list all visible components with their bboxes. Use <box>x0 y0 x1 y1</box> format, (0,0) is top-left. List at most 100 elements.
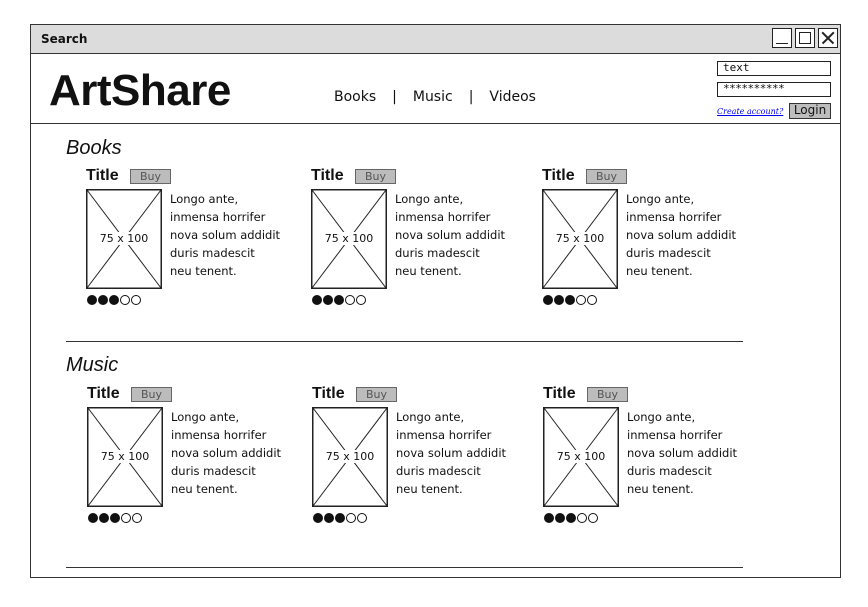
section-divider <box>66 341 743 342</box>
product-image-placeholder[interactable]: 75 x 100 <box>87 407 163 507</box>
product-card: Title Buy 75 x 100 Longo ante, inmensa horri… <box>312 385 512 525</box>
description-line: nova solum addidit <box>626 228 737 242</box>
rating-dot-filled-icon[interactable] <box>110 513 120 523</box>
product-card: Title Buy 75 x 100 Longo ante, inmensa horri… <box>86 167 286 307</box>
maximize-icon[interactable] <box>795 28 815 48</box>
rating-dot-filled-icon[interactable] <box>313 513 323 523</box>
rating-dot-empty-icon[interactable] <box>345 295 355 305</box>
rating-dot-filled-icon[interactable] <box>554 295 564 305</box>
rating-dot-empty-icon[interactable] <box>132 513 142 523</box>
image-size-label: 75 x 100 <box>311 232 387 245</box>
product-card: Title Buy 75 x 100 Longo ante, inmensa horri… <box>87 385 287 525</box>
username-input[interactable]: text <box>717 61 831 76</box>
description-line: nova solum addidit <box>627 446 738 460</box>
nav-music[interactable]: Music <box>413 89 453 105</box>
rating-dot-empty-icon[interactable] <box>588 513 598 523</box>
rating-dot-filled-icon[interactable] <box>98 295 108 305</box>
description-line: nova solum addidit <box>396 446 507 460</box>
product-description: Longo ante, inmensa horrifer nova solum ad… <box>627 408 747 498</box>
rating-dot-empty-icon[interactable] <box>120 295 130 305</box>
star-rating[interactable] <box>313 513 367 523</box>
description-line: Longo ante, <box>626 192 695 206</box>
image-size-text: 75 x 100 <box>99 450 151 463</box>
product-image-placeholder[interactable]: 75 x 100 <box>311 189 387 289</box>
product-title[interactable]: Title <box>543 385 576 403</box>
minimize-icon[interactable] <box>772 28 792 48</box>
nav-books[interactable]: Books <box>334 89 376 105</box>
rating-dot-filled-icon[interactable] <box>565 295 575 305</box>
image-size-text: 75 x 100 <box>98 232 150 245</box>
buy-button[interactable]: Buy <box>356 387 397 402</box>
product-image-placeholder[interactable]: 75 x 100 <box>542 189 618 289</box>
description-line: duris madescit <box>626 246 711 260</box>
title-bar: Search <box>31 25 840 54</box>
rating-dot-filled-icon[interactable] <box>109 295 119 305</box>
star-rating[interactable] <box>544 513 598 523</box>
password-input[interactable]: ********** <box>717 82 831 97</box>
star-rating[interactable] <box>312 295 366 305</box>
description-line: neu tenent. <box>626 264 693 278</box>
rating-dot-filled-icon[interactable] <box>87 295 97 305</box>
login-form: text ********** Create account? Login <box>717 61 831 119</box>
product-title[interactable]: Title <box>87 385 120 403</box>
rating-dot-empty-icon[interactable] <box>356 295 366 305</box>
section-divider <box>66 567 743 568</box>
description-line: duris madescit <box>170 246 255 260</box>
buy-button[interactable]: Buy <box>130 169 171 184</box>
rating-dot-filled-icon[interactable] <box>99 513 109 523</box>
rating-dot-empty-icon[interactable] <box>131 295 141 305</box>
product-description: Longo ante, inmensa horrifer nova solum ad… <box>626 190 746 280</box>
main-nav: Books | Music | Videos <box>334 89 536 105</box>
close-icon[interactable] <box>818 28 838 48</box>
section-title-music: Music <box>66 354 119 376</box>
description-line: Longo ante, <box>171 410 240 424</box>
star-rating[interactable] <box>88 513 142 523</box>
rating-dot-empty-icon[interactable] <box>346 513 356 523</box>
description-line: inmensa horrifer <box>170 210 266 224</box>
section-title-books: Books <box>66 137 122 159</box>
buy-button[interactable]: Buy <box>587 387 628 402</box>
rating-dot-filled-icon[interactable] <box>334 295 344 305</box>
rating-dot-empty-icon[interactable] <box>577 513 587 523</box>
product-title[interactable]: Title <box>311 167 344 185</box>
description-line: duris madescit <box>627 464 712 478</box>
description-line: Longo ante, <box>396 410 465 424</box>
rating-dot-filled-icon[interactable] <box>323 295 333 305</box>
product-title[interactable]: Title <box>542 167 575 185</box>
rating-dot-empty-icon[interactable] <box>357 513 367 523</box>
window-controls <box>772 28 838 48</box>
product-title[interactable]: Title <box>312 385 345 403</box>
rating-dot-filled-icon[interactable] <box>312 295 322 305</box>
product-image-placeholder[interactable]: 75 x 100 <box>312 407 388 507</box>
description-line: inmensa horrifer <box>627 428 723 442</box>
description-line: inmensa horrifer <box>395 210 491 224</box>
login-button[interactable]: Login <box>789 103 831 119</box>
image-size-text: 75 x 100 <box>555 450 607 463</box>
buy-button[interactable]: Buy <box>586 169 627 184</box>
rating-dot-filled-icon[interactable] <box>88 513 98 523</box>
rating-dot-empty-icon[interactable] <box>587 295 597 305</box>
product-title[interactable]: Title <box>86 167 119 185</box>
rating-dot-filled-icon[interactable] <box>543 295 553 305</box>
rating-dot-filled-icon[interactable] <box>555 513 565 523</box>
site-logo[interactable]: ArtShare <box>49 69 231 113</box>
buy-button[interactable]: Buy <box>355 169 396 184</box>
star-rating[interactable] <box>543 295 597 305</box>
rating-dot-filled-icon[interactable] <box>544 513 554 523</box>
star-rating[interactable] <box>87 295 141 305</box>
login-actions: Create account? Login <box>717 103 831 119</box>
create-account-link[interactable]: Create account? <box>717 107 783 116</box>
rating-dot-filled-icon[interactable] <box>335 513 345 523</box>
rating-dot-empty-icon[interactable] <box>576 295 586 305</box>
rating-dot-empty-icon[interactable] <box>121 513 131 523</box>
buy-button[interactable]: Buy <box>131 387 172 402</box>
product-image-placeholder[interactable]: 75 x 100 <box>86 189 162 289</box>
rating-dot-filled-icon[interactable] <box>566 513 576 523</box>
product-card: Title Buy 75 x 100 Longo ante, inmensa horri… <box>543 385 743 525</box>
nav-videos[interactable]: Videos <box>489 89 536 105</box>
rating-dot-filled-icon[interactable] <box>324 513 334 523</box>
product-image-placeholder[interactable]: 75 x 100 <box>543 407 619 507</box>
product-description: Longo ante, inmensa horrifer nova solum ad… <box>171 408 291 498</box>
header-divider <box>31 123 840 124</box>
image-size-text: 75 x 100 <box>323 232 375 245</box>
